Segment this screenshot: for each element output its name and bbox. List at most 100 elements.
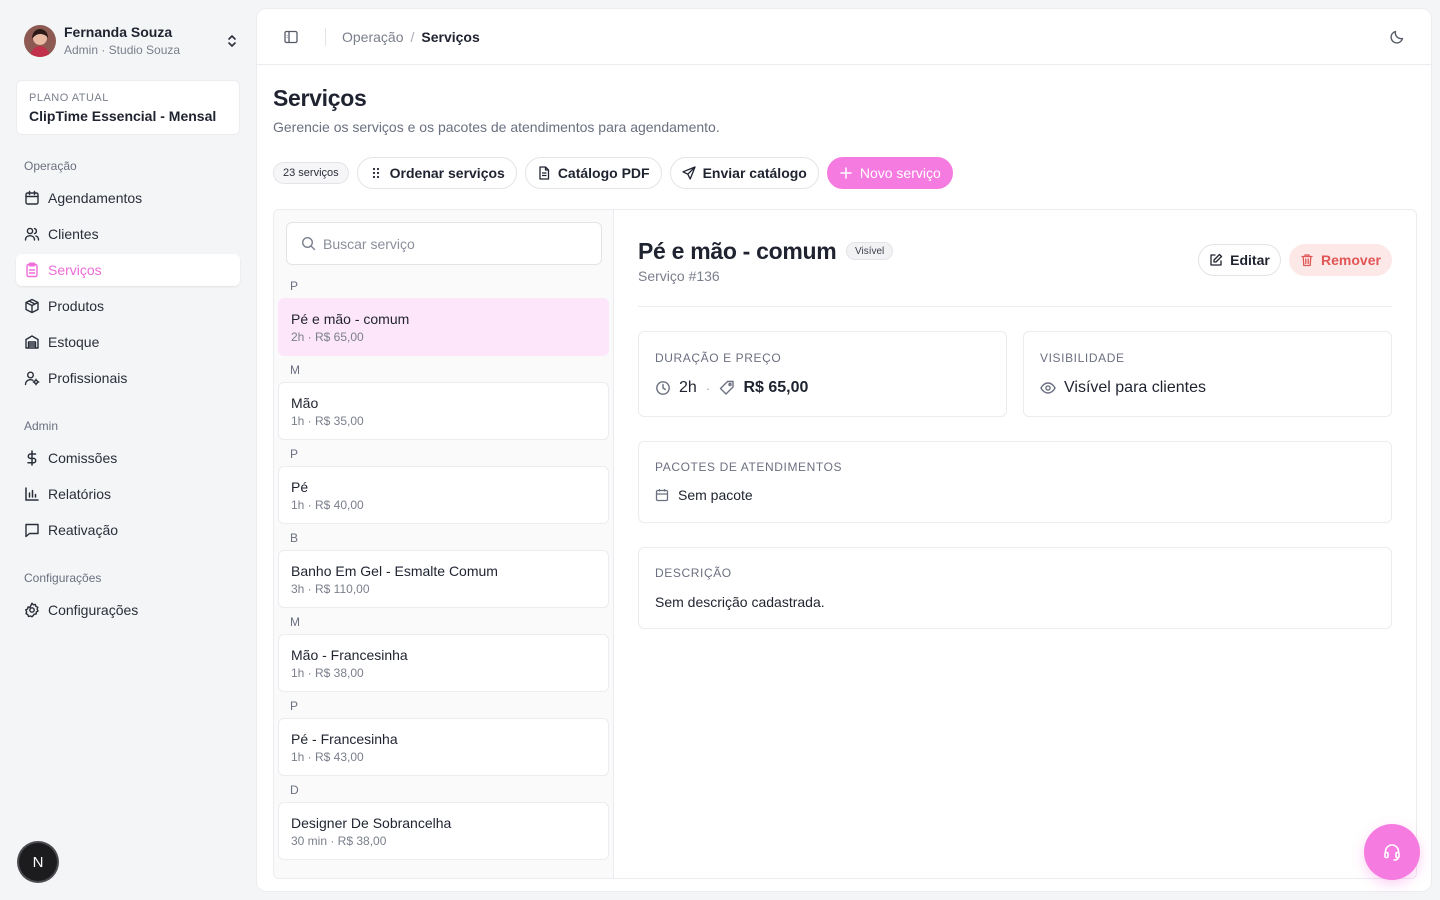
plan-label: PLANO ATUAL [29, 92, 109, 104]
support-button[interactable] [1364, 824, 1420, 880]
search-icon [301, 236, 316, 251]
services-list: P Pé e mão - comum 2h · R$ 65,00 M Mão 1… [274, 272, 613, 860]
edit-icon [1209, 253, 1223, 267]
sidebar-item-configuracoes[interactable]: Configurações [16, 594, 240, 626]
avatar [24, 25, 56, 57]
file-text-icon [537, 166, 551, 180]
sidebar-item-reativacao[interactable]: Reativação [16, 514, 240, 546]
duration-price-row: 2h · R$ 65,00 [655, 379, 808, 397]
service-meta: 3h · R$ 110,00 [291, 582, 370, 596]
sidebar-item-label: Configurações [48, 602, 139, 618]
bar-chart-icon [24, 486, 40, 502]
service-item[interactable]: Pé - Francesinha 1h · R$ 43,00 [278, 718, 609, 776]
gear-icon [24, 602, 40, 618]
sidebar-item-label: Agendamentos [48, 190, 143, 206]
group-letter: P [290, 447, 299, 461]
visibility-row: Visível para clientes [1040, 379, 1206, 397]
sidebar-item-servicos[interactable]: Serviços [16, 254, 240, 286]
users-icon [24, 226, 40, 242]
packages-card: PACOTES DE ATENDIMENTOS Sem pacote [638, 441, 1392, 523]
calendar-icon [655, 488, 669, 502]
catalog-pdf-button[interactable]: Catálogo PDF [524, 157, 662, 189]
breadcrumb-parent[interactable]: Operação [342, 28, 403, 46]
sidebar-item-agendamentos[interactable]: Agendamentos [16, 182, 240, 214]
sort-services-button[interactable]: Ordenar serviços [356, 157, 517, 189]
sidebar-item-label: Profissionais [48, 370, 128, 386]
visibility-card: VISIBILIDADE Visível para clientes [1023, 331, 1392, 417]
clipboard-icon [24, 262, 40, 278]
group-letter: P [290, 279, 299, 293]
service-item[interactable]: Pé 1h · R$ 40,00 [278, 466, 609, 524]
headset-icon [1382, 842, 1402, 862]
packages-value: Sem pacote [678, 487, 753, 503]
user-switcher[interactable]: Fernanda Souza Admin · Studio Souza [24, 24, 240, 58]
moon-icon[interactable] [1389, 29, 1405, 45]
service-id: Serviço #136 [638, 268, 720, 284]
sidebar-item-estoque[interactable]: Estoque [16, 326, 240, 358]
warehouse-icon [24, 334, 40, 350]
service-item[interactable]: Mão - Francesinha 1h · R$ 38,00 [278, 634, 609, 692]
plan-card[interactable]: PLANO ATUAL ClipTime Essencial - Mensal [16, 80, 240, 135]
user-cog-icon [24, 370, 40, 386]
plan-name: ClipTime Essencial - Mensal [29, 108, 217, 124]
sidebar-item-label: Comissões [48, 450, 118, 466]
sidebar-item-label: Clientes [48, 226, 99, 242]
description-card: DESCRIÇÃO Sem descrição cadastrada. [638, 547, 1392, 629]
sidebar-item-relatorios[interactable]: Relatórios [16, 478, 240, 510]
detail-title: Pé e mão - comum [638, 238, 837, 264]
detail-divider [638, 306, 1392, 307]
user-name: Fernanda Souza [64, 24, 173, 40]
service-meta: 1h · R$ 38,00 [291, 666, 364, 680]
nav-section-operacao: Operação [24, 159, 77, 173]
calendar-icon [24, 190, 40, 206]
sidebar-item-clientes[interactable]: Clientes [16, 218, 240, 250]
group-letter: M [290, 615, 300, 629]
service-meta: 1h · R$ 35,00 [291, 414, 364, 428]
edit-button[interactable]: Editar [1198, 244, 1281, 276]
send-catalog-button[interactable]: Enviar catálogo [669, 157, 819, 189]
search-box[interactable] [286, 222, 602, 265]
page-subtitle: Gerencie os serviços e os pacotes de ate… [273, 119, 720, 135]
card-label: PACOTES DE ATENDIMENTOS [655, 460, 843, 474]
new-service-button[interactable]: Novo serviço [826, 157, 953, 189]
sidebar-item-label: Produtos [48, 298, 105, 314]
send-catalog-label: Enviar catálogo [702, 165, 807, 181]
group-letter: P [290, 699, 299, 713]
sidebar-item-label: Reativação [48, 522, 119, 538]
packages-row: Sem pacote [655, 487, 753, 503]
sidebar-item-profissionais[interactable]: Profissionais [16, 362, 240, 394]
service-name: Banho Em Gel - Esmalte Comum [291, 563, 498, 579]
group-letter: D [290, 783, 299, 797]
breadcrumb: Operação / Serviços [342, 28, 480, 46]
service-meta: 1h · R$ 43,00 [291, 750, 364, 764]
new-service-label: Novo serviço [859, 165, 941, 181]
service-item[interactable]: Banho Em Gel - Esmalte Comum 3h · R$ 110… [278, 550, 609, 608]
dev-tools-button[interactable]: N [19, 843, 57, 881]
remove-label: Remover [1321, 252, 1381, 268]
sidebar-item-produtos[interactable]: Produtos [16, 290, 240, 322]
group-letter: M [290, 363, 300, 377]
nav-section-configuracoes: Configurações [24, 571, 102, 585]
service-item[interactable]: Pé e mão - comum 2h · R$ 65,00 [278, 298, 609, 356]
trash-icon [1300, 253, 1314, 267]
visibility-badge: Visível [846, 242, 894, 260]
search-input[interactable] [323, 235, 583, 252]
page-title: Serviços [273, 85, 367, 111]
card-label: VISIBILIDADE [1040, 351, 1125, 365]
group-letter: B [290, 531, 299, 545]
message-icon [24, 522, 40, 538]
remove-button[interactable]: Remover [1289, 244, 1392, 276]
service-detail: Pé e mão - comum Visível Serviço #136 Ed… [614, 210, 1416, 878]
duration-price-card: DURAÇÃO E PREÇO 2h · R$ 65,00 [638, 331, 1007, 417]
service-item[interactable]: Mão 1h · R$ 35,00 [278, 382, 609, 440]
service-name: Designer De Sobrancelha [291, 815, 452, 831]
service-name: Pé - Francesinha [291, 731, 398, 747]
service-item[interactable]: Designer De Sobrancelha 30 min · R$ 38,0… [278, 802, 609, 860]
edit-label: Editar [1230, 252, 1270, 268]
sidebar-item-comissoes[interactable]: Comissões [16, 442, 240, 474]
service-count-badge: 23 serviços [273, 162, 349, 184]
sidebar-toggle-icon[interactable] [283, 29, 299, 45]
topbar-divider [325, 28, 326, 46]
chevrons-up-down-icon[interactable] [224, 33, 240, 49]
services-list-pane: P Pé e mão - comum 2h · R$ 65,00 M Mão 1… [274, 210, 614, 878]
